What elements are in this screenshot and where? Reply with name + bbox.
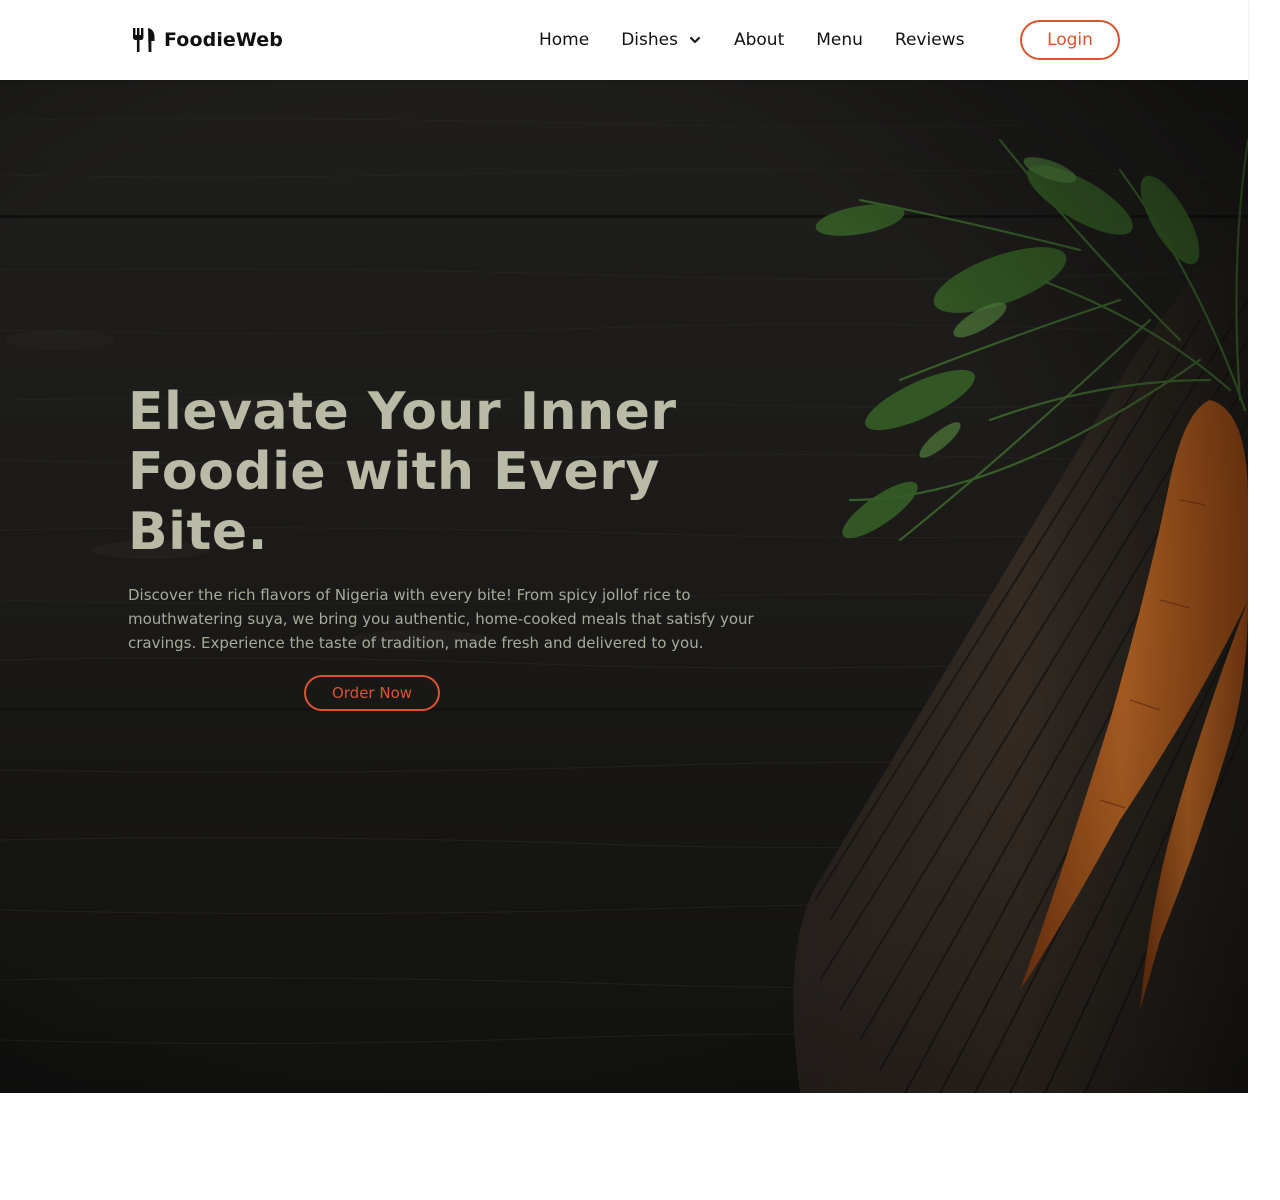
nav-home[interactable]: Home <box>539 30 589 50</box>
login-button[interactable]: Login <box>1020 20 1120 60</box>
chevron-down-icon <box>689 37 700 43</box>
main-nav: Home Dishes About Menu Reviews <box>539 28 964 52</box>
nav-reviews[interactable]: Reviews <box>895 30 965 50</box>
brand-name: FoodieWeb <box>164 29 283 51</box>
nav-about[interactable]: About <box>734 30 784 50</box>
brand-logo[interactable]: FoodieWeb <box>132 27 283 53</box>
nav-menu[interactable]: Menu <box>816 30 863 50</box>
top-navbar: FoodieWeb Home Dishes About Menu Reviews… <box>0 0 1248 80</box>
hero-section: Elevate Your Inner Foodie with Every Bit… <box>0 80 1248 1093</box>
order-now-button[interactable]: Order Now <box>304 675 440 711</box>
hero-description: Discover the rich flavors of Nigeria wit… <box>128 586 754 652</box>
hero-title: Elevate Your Inner Foodie with Every Bit… <box>128 382 677 562</box>
nav-dishes[interactable]: Dishes <box>621 30 702 50</box>
fork-knife-icon <box>133 28 155 52</box>
nav-dishes-label: Dishes <box>621 30 678 50</box>
